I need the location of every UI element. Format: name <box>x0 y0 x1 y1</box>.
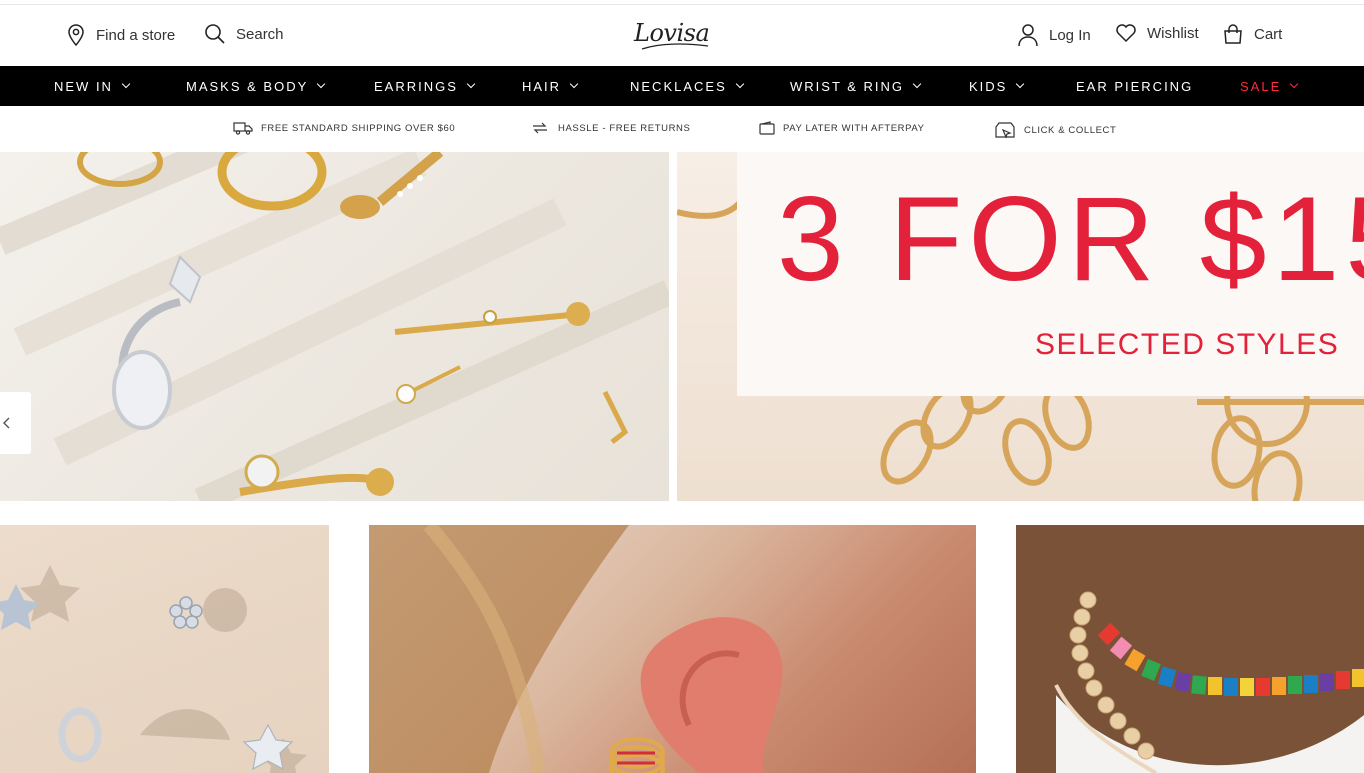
hero-tile-body-jewellery[interactable] <box>0 152 669 501</box>
nav-item-new-in[interactable]: NEW IN <box>54 66 131 106</box>
chevron-down-icon <box>121 79 131 89</box>
cart-link[interactable]: Cart <box>1222 23 1282 45</box>
nav-item-ear-piercing[interactable]: EAR PIERCING <box>1076 66 1193 106</box>
category-tile-necklaces[interactable] <box>1016 525 1364 773</box>
chevron-down-icon <box>912 79 922 89</box>
click-collect-icon <box>995 122 1015 139</box>
promo-subheadline: SELECTED STYLES <box>1035 328 1340 361</box>
nav-label: SALE <box>1240 78 1282 94</box>
chevron-down-icon <box>317 79 326 89</box>
hero-tile-promo[interactable]: 3 FOR $15 SELECTED STYLES <box>677 152 1364 501</box>
wallet-icon <box>759 121 775 135</box>
heart-icon <box>1116 24 1136 43</box>
nav-label: WRIST & RING <box>790 78 905 94</box>
usp-label: PAY LATER WITH AFTERPAY <box>783 122 925 134</box>
nav-label: EARRINGS <box>374 78 458 94</box>
slider-prev-button[interactable] <box>0 392 31 454</box>
find-store-link[interactable]: Find a store <box>66 23 175 47</box>
logo-swoosh <box>641 43 709 50</box>
login-link[interactable]: Log In <box>1017 23 1091 47</box>
category-tile-ear-cuffs[interactable] <box>369 525 976 773</box>
main-navigation: NEW IN MASKS & BODY EARRINGS HAIR NECKLA… <box>0 66 1364 106</box>
returns-icon <box>533 122 547 134</box>
usp-label: FREE STANDARD SHIPPING OVER $60 <box>261 122 456 134</box>
wishlist-label: Wishlist <box>1147 24 1199 42</box>
site-header: Find a store Search Lovisa Log In Wishli… <box>0 5 1364 66</box>
usp-bar: FREE STANDARD SHIPPING OVER $60 HASSLE -… <box>0 106 1364 152</box>
truck-icon <box>233 122 253 135</box>
nav-item-kids[interactable]: KIDS <box>969 66 1025 106</box>
ear-model-image <box>369 525 783 773</box>
usp-returns[interactable]: HASSLE - FREE RETURNS <box>530 121 690 135</box>
nav-item-masks-body[interactable]: MASKS & BODY <box>186 66 326 106</box>
user-icon <box>1018 24 1038 47</box>
nav-item-necklaces[interactable]: NECKLACES <box>630 66 744 106</box>
location-pin-icon <box>68 24 84 47</box>
cart-label: Cart <box>1254 25 1283 43</box>
login-label: Log In <box>1049 26 1091 44</box>
usp-label: HASSLE - FREE RETURNS <box>558 122 691 134</box>
nav-label: MASKS & BODY <box>186 78 309 94</box>
bag-icon <box>1224 24 1242 44</box>
jewellery-tray-image <box>0 152 669 501</box>
promo-headline: 3 FOR $15 <box>777 172 1364 306</box>
chevron-down-icon <box>466 79 476 89</box>
promo-card: 3 FOR $15 SELECTED STYLES <box>737 152 1364 396</box>
nav-item-earrings[interactable]: EARRINGS <box>374 66 476 106</box>
chevron-down-icon <box>569 79 579 89</box>
chevron-down-icon <box>735 79 744 89</box>
usp-shipping[interactable]: FREE STANDARD SHIPPING OVER $60 <box>233 121 455 135</box>
nav-label: NECKLACES <box>630 78 727 94</box>
usp-click-collect[interactable]: CLICK & COLLECT <box>994 121 1116 139</box>
nav-label: NEW IN <box>54 78 113 94</box>
necklace-model-image <box>1016 525 1364 773</box>
nav-item-sale[interactable]: SALE <box>1240 66 1299 106</box>
wishlist-link[interactable]: Wishlist <box>1115 23 1199 43</box>
nav-label: KIDS <box>969 78 1008 94</box>
search-icon <box>205 24 225 44</box>
nav-item-hair[interactable]: HAIR <box>522 66 579 106</box>
search-link[interactable]: Search <box>204 23 284 45</box>
chevron-left-icon <box>3 417 10 429</box>
usp-afterpay[interactable]: PAY LATER WITH AFTERPAY <box>759 121 925 135</box>
find-store-label: Find a store <box>96 26 176 44</box>
search-label: Search <box>236 25 284 43</box>
chevron-down-icon <box>1016 79 1025 89</box>
chevron-down-icon <box>1290 79 1299 89</box>
nav-item-wrist-ring[interactable]: WRIST & RING <box>790 66 922 106</box>
nav-label: HAIR <box>522 78 562 94</box>
nav-label: EAR PIERCING <box>1076 78 1194 94</box>
category-tile-earrings[interactable] <box>0 525 329 773</box>
usp-label: CLICK & COLLECT <box>1024 124 1117 136</box>
studs-image <box>0 565 307 773</box>
